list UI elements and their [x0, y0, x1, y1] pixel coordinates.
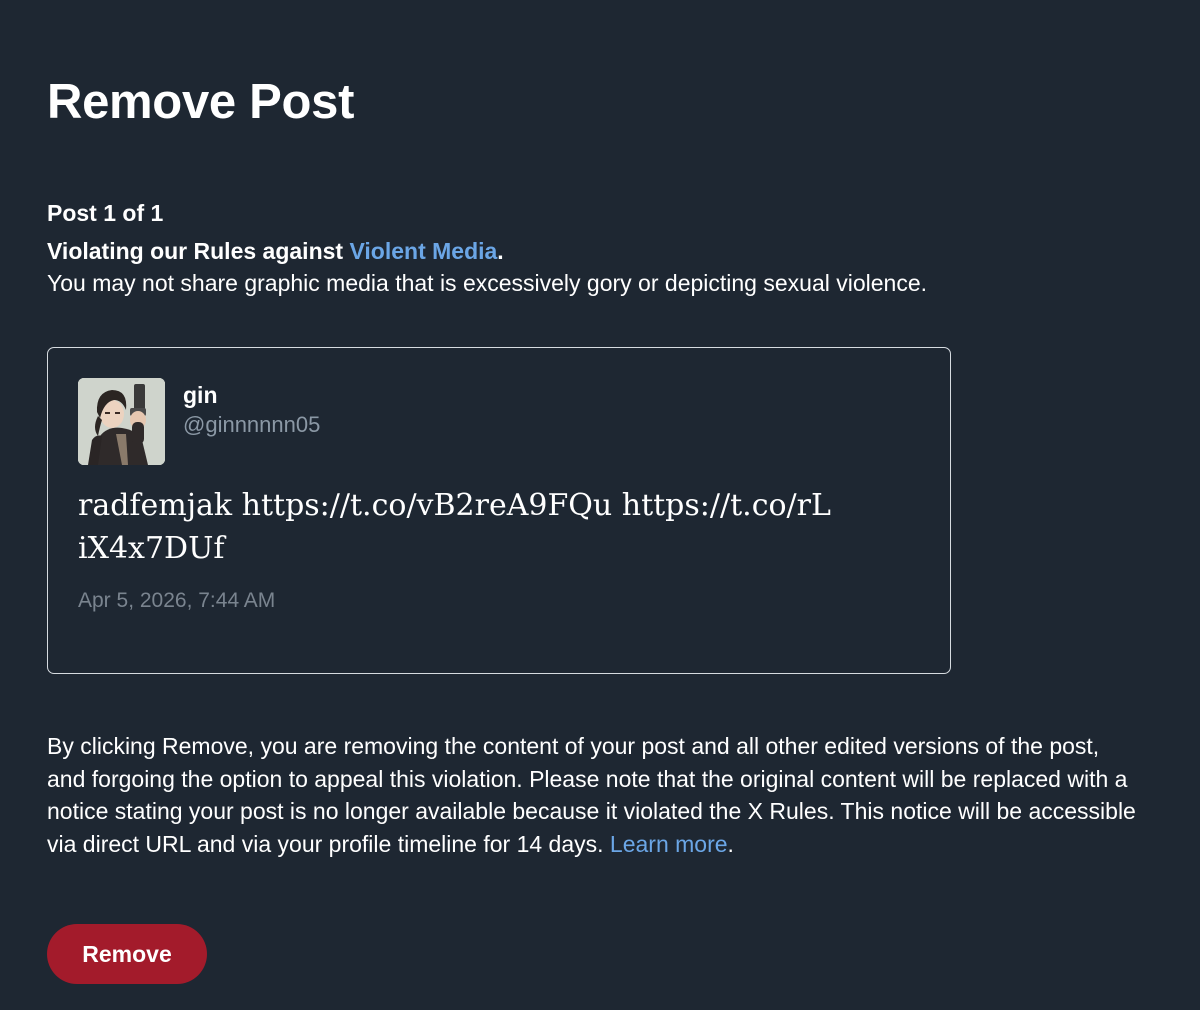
post-card: gin @ginnnnnn05 radfemjak https://t.co/v… — [47, 347, 951, 674]
violation-description: You may not share graphic media that is … — [47, 270, 928, 296]
learn-more-link[interactable]: Learn more — [610, 831, 728, 857]
avatar — [78, 378, 165, 465]
remove-button[interactable]: Remove — [47, 924, 207, 984]
post-timestamp: Apr 5, 2026, 7:44 AM — [78, 589, 276, 612]
violation-prefix: Violating our Rules against — [47, 238, 350, 264]
post-author-name: gin — [183, 382, 218, 408]
notice-text: By clicking Remove, you are removing the… — [47, 733, 1136, 857]
notice-suffix: . — [727, 830, 734, 857]
page-title: Remove Post — [47, 75, 355, 129]
post-author-handle: @ginnnnnn05 — [183, 412, 321, 437]
violation-suffix: . — [497, 238, 504, 264]
post-count: Post 1 of 1 — [47, 200, 164, 226]
post-text: radfemjak https://t.co/vB2reA9FQu https:… — [78, 488, 831, 566]
removal-notice: By clicking Remove, you are removing the… — [47, 730, 1137, 860]
violation-rule: Violating our Rules against Violent Medi… — [47, 236, 504, 266]
user-avatar-image — [78, 378, 165, 465]
violent-media-link[interactable]: Violent Media — [349, 238, 497, 264]
